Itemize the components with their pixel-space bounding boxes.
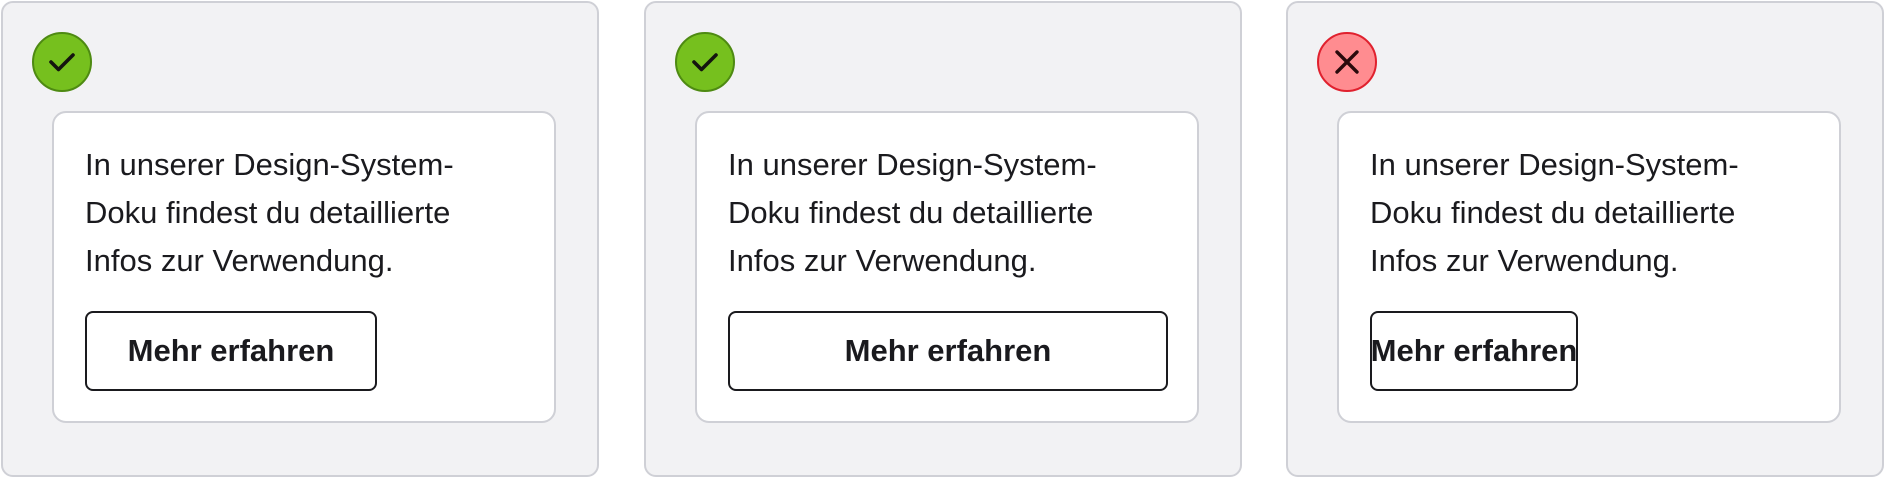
teaser-card: In unserer Design-System-Doku findest du… (52, 111, 556, 423)
more-info-button[interactable]: Mehr erfahren (1370, 311, 1578, 391)
button-label: Mehr erfahren (844, 333, 1052, 368)
button-label: Mehr erfahren (127, 333, 335, 368)
button-label: Mehr erfahren (1370, 333, 1578, 368)
card-text: In unserer Design-System-Doku findest du… (85, 147, 454, 278)
example-panel-correct-2: In unserer Design-System-Doku findest du… (644, 1, 1242, 477)
teaser-card: In unserer Design-System-Doku findest du… (1337, 111, 1841, 423)
more-info-button[interactable]: Mehr erfahren (728, 311, 1168, 391)
example-panel-correct-1: In unserer Design-System-Doku findest du… (1, 1, 599, 477)
check-icon (675, 32, 735, 92)
check-icon (32, 32, 92, 92)
teaser-card: In unserer Design-System-Doku findest du… (695, 111, 1199, 423)
more-info-button[interactable]: Mehr erfahren (85, 311, 377, 391)
example-panel-incorrect: In unserer Design-System-Doku findest du… (1286, 1, 1884, 477)
close-icon (1317, 32, 1377, 92)
card-text: In unserer Design-System-Doku findest du… (1370, 147, 1739, 278)
card-text: In unserer Design-System-Doku findest du… (728, 147, 1097, 278)
